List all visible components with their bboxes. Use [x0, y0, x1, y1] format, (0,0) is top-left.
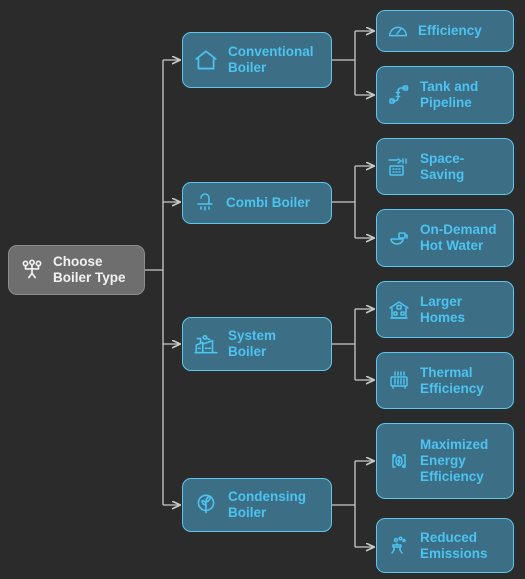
- leaf-node-label: Thermal Efficiency: [420, 364, 484, 396]
- branch-node-label: System Boiler: [228, 328, 277, 359]
- leaf-node-tank-and-pipeline[interactable]: Tank and Pipeline: [376, 66, 514, 124]
- factory-icon: [193, 331, 219, 357]
- low-emission-icon: [387, 534, 411, 558]
- root-node-label: Choose Boiler Type: [53, 254, 126, 285]
- root-node-choose-boiler-type[interactable]: Choose Boiler Type: [8, 245, 145, 295]
- gauge-icon: [387, 20, 409, 42]
- leaf-node-on-demand-hot-water[interactable]: On-Demand Hot Water: [376, 209, 514, 267]
- branch-node-system-boiler[interactable]: System Boiler: [182, 317, 332, 371]
- leaf-node-efficiency[interactable]: Efficiency: [376, 10, 514, 52]
- large-house-icon: [387, 298, 411, 322]
- branch-node-conventional-boiler[interactable]: Conventional Boiler: [182, 32, 332, 88]
- compact-unit-icon: [387, 155, 411, 179]
- leaf-node-label: Reduced Emissions: [420, 529, 488, 561]
- leaf-node-label: Tank and Pipeline: [420, 79, 479, 110]
- radiator-icon: [387, 369, 411, 393]
- branch-node-label: Condensing Boiler: [228, 489, 306, 520]
- branch-node-label: Conventional Boiler: [228, 44, 314, 75]
- leaf-node-label: Efficiency: [418, 23, 482, 39]
- leaf-node-label: Larger Homes: [420, 293, 466, 325]
- branch-node-label: Combi Boiler: [226, 195, 311, 211]
- leaf-node-maximized-energy-efficiency[interactable]: Maximized Energy Efficiency: [376, 423, 514, 499]
- energy-recycle-icon: [387, 449, 411, 473]
- leaf-node-label: On-Demand Hot Water: [420, 222, 497, 253]
- mindmap-canvas: Choose Boiler Type Conventional Boiler E…: [0, 0, 525, 579]
- leaf-node-larger-homes[interactable]: Larger Homes: [376, 281, 514, 338]
- leaf-node-label: Maximized Energy Efficiency: [420, 437, 489, 484]
- branch-node-condensing-boiler[interactable]: Condensing Boiler: [182, 478, 332, 532]
- house-icon: [193, 47, 219, 73]
- decision-tree-icon: [19, 257, 45, 283]
- leaf-node-thermal-efficiency[interactable]: Thermal Efficiency: [376, 352, 514, 409]
- hot-water-icon: [387, 226, 411, 250]
- shower-icon: [193, 191, 217, 215]
- leaf-node-reduced-emissions[interactable]: Reduced Emissions: [376, 518, 514, 573]
- pipeline-icon: [387, 83, 411, 107]
- eco-leaf-icon: [193, 492, 219, 518]
- leaf-node-label: Space- Saving: [420, 150, 465, 182]
- branch-node-combi-boiler[interactable]: Combi Boiler: [182, 182, 332, 224]
- leaf-node-space-saving[interactable]: Space- Saving: [376, 138, 514, 195]
